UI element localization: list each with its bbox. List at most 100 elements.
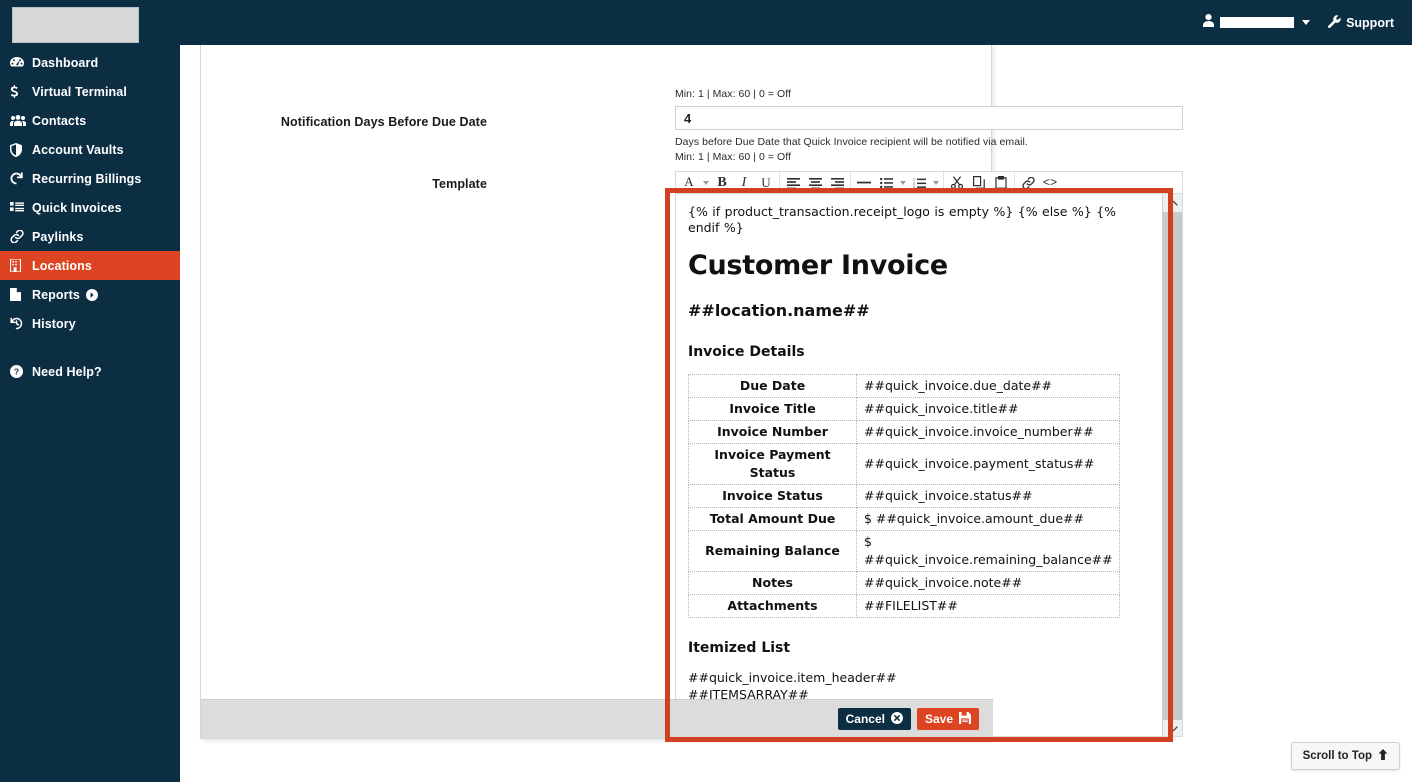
sidebar-item-label: Quick Invoices [32,200,122,215]
table-cell-value: ##quick_invoice.status## [856,484,1120,508]
sidebar-item-label: Contacts [32,113,87,128]
table-cell-key: Attachments [688,594,857,618]
cancel-label: Cancel [845,712,885,726]
history-icon [10,317,30,330]
underline-icon[interactable]: U [755,173,777,193]
sidebar-item-recurring-billings[interactable]: Recurring Billings [0,164,180,193]
toolbar-group-clipboard [944,171,1015,194]
sidebar-item-virtual-terminal[interactable]: Virtual Terminal [0,77,180,106]
page-body: Min: 1 | Max: 60 | 0 = Off Notification … [180,45,1412,782]
table-cell-key: Invoice Payment Status [688,443,857,485]
arrow-circle-right-icon [85,288,98,301]
bullet-list-icon[interactable] [875,173,897,193]
dashboard-icon [10,56,30,69]
sidebar-item-locations[interactable]: Locations [0,251,180,280]
sidebar-item-label: Reports [32,287,80,302]
numbered-list-dropdown-icon[interactable] [930,173,941,193]
sidebar-item-paylinks[interactable]: Paylinks [0,222,180,251]
panel-footer-bar: Cancel Save [201,699,993,739]
template-label: Template [432,177,487,191]
horizontal-rule-icon[interactable] [853,173,875,193]
top-navbar-right: Support [1203,0,1394,45]
text-color-icon[interactable]: A [678,173,700,193]
table-cell-key: Invoice Status [688,484,857,508]
bold-icon[interactable]: B [711,173,733,193]
user-account-menu[interactable] [1203,13,1311,32]
notification-days-label: Notification Days Before Due Date [280,115,487,129]
table-row: Attachments ##FILELIST## [688,594,1120,618]
support-link[interactable]: Support [1328,14,1394,31]
italic-icon[interactable]: I [733,173,755,193]
table-cell-value: ##quick_invoice.due_date## [856,374,1120,398]
table-row: Total Amount Due $ ##quick_invoice.amoun… [688,507,1120,531]
refresh-icon [10,172,30,185]
previous-field-help-text: Min: 1 | Max: 60 | 0 = Off [675,88,791,100]
table-cell-value: $ ##quick_invoice.amount_due## [856,507,1120,531]
sidebar: Dashboard Virtual Terminal Contacts Acco… [0,0,180,782]
scroll-down-icon[interactable] [1163,720,1182,736]
item-header-placeholder: ##quick_invoice.item_header## [688,670,897,685]
table-cell-key: Notes [688,571,857,595]
scroll-up-icon[interactable] [1163,194,1182,212]
wrench-icon [1328,14,1341,31]
top-navbar: Support [180,0,1412,45]
table-row: Invoice Title ##quick_invoice.title## [688,397,1120,421]
copy-icon[interactable] [968,173,990,193]
align-center-icon[interactable] [804,173,826,193]
scroll-to-top-label: Scroll to Top [1302,750,1372,762]
toolbar-group-insert: <> [1015,172,1063,194]
location-name-placeholder: ##location.name## [688,301,870,320]
sidebar-item-label: Virtual Terminal [32,84,127,99]
sidebar-item-reports[interactable]: Reports [0,280,180,309]
sidebar-item-history[interactable]: History [0,309,180,338]
align-left-icon[interactable] [782,173,804,193]
svg-text:3: 3 [913,185,915,188]
save-button[interactable]: Save [916,708,979,730]
itemized-list-heading: Itemized List [688,640,791,656]
notification-days-help-2: Min: 1 | Max: 60 | 0 = Off [675,151,791,163]
align-right-icon[interactable] [826,173,848,193]
table-row: Notes ##quick_invoice.note## [688,571,1120,595]
editor-toolbar: A B I U 1 2 3 <> [675,171,1183,194]
shield-icon [10,142,30,157]
table-cell-key: Due Date [688,374,857,398]
arrow-up-icon [1378,749,1388,763]
sidebar-item-dashboard[interactable]: Dashboard [0,48,180,77]
template-editor-content[interactable]: {% if product_transaction.receipt_logo i… [676,194,1162,736]
chevron-down-icon [1302,20,1311,25]
sidebar-item-need-help[interactable]: ? Need Help? [0,357,180,386]
building-icon [10,259,30,272]
table-cell-value: ##quick_invoice.invoice_number## [856,420,1120,444]
table-cell-key: Total Amount Due [688,507,857,531]
svg-text:?: ? [14,367,19,377]
table-cell-value: ##quick_invoice.note## [856,571,1120,595]
notification-days-input[interactable] [675,106,1183,130]
template-editor-body[interactable]: {% if product_transaction.receipt_logo i… [675,193,1183,737]
bullet-list-dropdown-icon[interactable] [897,173,908,193]
sidebar-item-account-vaults[interactable]: Account Vaults [0,135,180,164]
table-row: Invoice Number ##quick_invoice.invoice_n… [688,420,1120,444]
close-circle-icon [890,711,903,727]
app-logo[interactable] [12,7,139,43]
table-cell-key: Invoice Title [688,397,857,421]
table-cell-value: ##quick_invoice.title## [856,397,1120,421]
liquid-conditional-text: {% if product_transaction.receipt_logo i… [688,204,1117,235]
invoice-details-table: Due Date ##quick_invoice.due_date## Invo… [688,374,1120,618]
cancel-button[interactable]: Cancel [837,708,911,730]
sidebar-item-label: Account Vaults [32,142,124,157]
sidebar-item-quick-invoices[interactable]: Quick Invoices [0,193,180,222]
link-icon [10,230,30,243]
numbered-list-icon[interactable]: 123 [908,173,930,193]
scroll-to-top-button[interactable]: Scroll to Top [1290,742,1400,770]
source-code-icon[interactable]: <> [1039,173,1061,193]
panel-footer-buttons: Cancel Save [837,708,979,730]
editor-scrollbar[interactable] [1162,194,1182,736]
text-color-dropdown-icon[interactable] [700,173,711,193]
sidebar-item-contacts[interactable]: Contacts [0,106,180,135]
link-icon[interactable] [1017,173,1039,193]
cut-icon[interactable] [946,173,968,193]
sidebar-item-label: Paylinks [32,229,84,244]
paste-icon[interactable] [990,173,1012,193]
sidebar-item-label: Need Help? [32,364,102,379]
save-label: Save [924,712,953,726]
